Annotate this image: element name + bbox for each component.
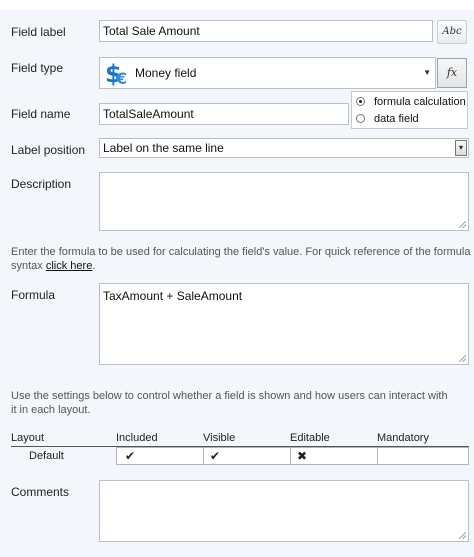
radio-data-field[interactable]: data field <box>356 113 419 131</box>
field-name-label: Field name <box>11 107 71 121</box>
check-icon: ✔ <box>125 449 136 463</box>
formula-value: TaxAmount + SaleAmount <box>103 289 243 303</box>
comments-label: Comments <box>11 485 70 499</box>
radio-formula-calculation[interactable]: formula calculation <box>356 96 466 114</box>
field-type-label: Field type <box>11 61 64 75</box>
description-textarea[interactable] <box>99 172 469 231</box>
field-label-label: Field label <box>11 25 66 39</box>
top-strip <box>0 0 474 10</box>
calc-type-popup: formula calculation data field <box>351 91 468 129</box>
label-position-select[interactable]: Label on the same line ▾ <box>99 138 469 158</box>
formula-hint: Enter the formula to be used for calcula… <box>11 245 471 273</box>
radio-formula-label: formula calculation <box>374 96 466 108</box>
dollar-euro-icon: $ € <box>104 60 132 89</box>
visible-checkbox[interactable]: ✔ <box>203 447 291 465</box>
resize-handle-icon[interactable] <box>459 355 466 362</box>
layout-cell: Default <box>11 447 116 465</box>
formula-textarea[interactable]: TaxAmount + SaleAmount <box>99 283 469 365</box>
description-label: Description <box>11 177 72 191</box>
field-label-value: Total Sale Amount <box>103 24 200 38</box>
formula-hint-suffix: . <box>92 260 96 272</box>
radio-data-field-label: data field <box>374 113 419 125</box>
field-name-value: TotalSaleAmount <box>103 107 194 121</box>
col-editable: Editable <box>290 432 330 444</box>
field-type-select[interactable]: $ € Money field ▼ <box>99 57 436 89</box>
field-type-value: Money field <box>135 66 197 80</box>
col-visible: Visible <box>203 432 236 444</box>
check-icon: ✔ <box>210 449 221 463</box>
click-here-link[interactable]: click here <box>46 260 92 272</box>
formula-label: Formula <box>11 288 56 302</box>
resize-handle-icon[interactable] <box>459 221 466 228</box>
cross-icon: ✖ <box>297 449 308 463</box>
col-included: Included <box>116 432 158 444</box>
layout-hint: Use the settings below to control whethe… <box>11 390 448 416</box>
select-arrow-icon[interactable]: ▾ <box>455 140 467 156</box>
abc-format-button[interactable]: Abc <box>437 20 467 44</box>
svg-text:€: € <box>115 69 127 86</box>
editable-checkbox[interactable]: ✖ <box>290 447 378 465</box>
formula-fx-button[interactable]: fx <box>437 58 467 88</box>
field-name-input[interactable]: TotalSaleAmount <box>99 103 349 125</box>
radio-off-icon <box>356 114 365 123</box>
col-layout: Layout <box>11 432 45 444</box>
field-properties-panel: Field label Total Sale Amount Abc Field … <box>0 0 474 557</box>
included-checkbox[interactable]: ✔ <box>116 447 204 465</box>
chevron-down-icon: ▼ <box>423 68 431 77</box>
comments-textarea[interactable] <box>99 480 469 542</box>
label-position-value: Label on the same line <box>103 141 224 155</box>
field-label-input[interactable]: Total Sale Amount <box>99 20 433 42</box>
label-position-label: Label position <box>11 143 86 157</box>
radio-on-icon <box>356 97 365 106</box>
layout-name: Default <box>29 450 64 462</box>
col-mandatory: Mandatory <box>377 432 429 444</box>
resize-handle-icon[interactable] <box>459 532 466 539</box>
mandatory-checkbox[interactable] <box>377 447 469 465</box>
table-row: Default ✔ ✔ ✖ <box>11 446 469 465</box>
